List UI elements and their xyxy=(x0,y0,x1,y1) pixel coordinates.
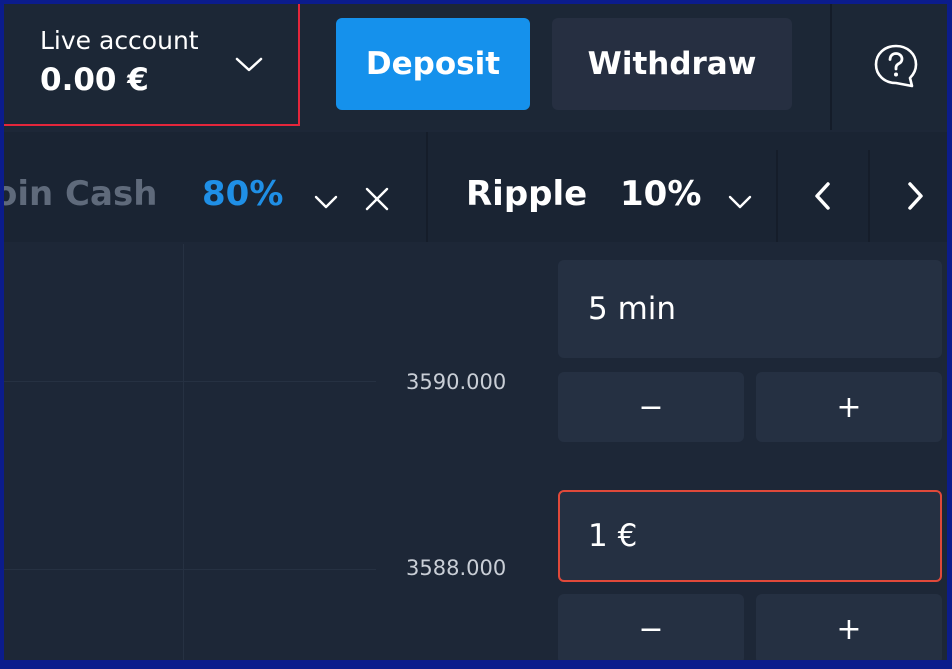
app-frame: Live account 0.00 € Deposit Withdraw oin… xyxy=(4,4,947,660)
close-icon[interactable] xyxy=(364,186,390,212)
help-icon[interactable] xyxy=(872,42,920,90)
chart-grid-line xyxy=(4,381,376,382)
amount-field[interactable]: 1 € xyxy=(558,490,942,582)
chevron-down-icon[interactable] xyxy=(728,194,752,210)
price-axis-label: 3588.000 xyxy=(406,556,507,580)
top-header: Live account 0.00 € Deposit Withdraw xyxy=(4,4,947,130)
tabs-prev-button[interactable] xyxy=(776,150,868,242)
chart-grid-line xyxy=(4,569,376,570)
asset-payout: 10% xyxy=(620,174,702,214)
chevron-down-icon xyxy=(235,57,263,72)
price-chart[interactable]: 3590.000 3588.000 xyxy=(4,244,549,660)
account-balance: 0.00 € xyxy=(40,62,149,98)
deposit-button[interactable]: Deposit xyxy=(336,18,530,110)
asset-tab-ripple[interactable]: Ripple 10% xyxy=(426,132,774,242)
duration-field[interactable]: 5 min xyxy=(558,260,942,358)
tabs-next-button[interactable] xyxy=(868,150,947,242)
asset-tabs-bar: oin Cash 80% Ripple 10% xyxy=(4,132,947,242)
asset-payout: 80% xyxy=(202,174,284,214)
price-axis-label: 3590.000 xyxy=(406,370,507,394)
asset-name: oin Cash xyxy=(4,174,158,214)
withdraw-button[interactable]: Withdraw xyxy=(552,18,792,110)
chevron-right-icon xyxy=(908,182,923,210)
chevron-left-icon xyxy=(815,182,830,210)
amount-decrease-button[interactable]: − xyxy=(558,594,744,660)
header-divider xyxy=(830,4,832,130)
chevron-down-icon[interactable] xyxy=(314,194,338,210)
duration-increase-button[interactable]: + xyxy=(756,372,942,442)
amount-increase-button[interactable]: + xyxy=(756,594,942,660)
account-selector[interactable]: Live account 0.00 € xyxy=(4,4,300,126)
asset-name: Ripple xyxy=(466,174,588,214)
account-type-label: Live account xyxy=(40,26,199,55)
chart-grid-line xyxy=(183,244,184,660)
asset-tab-bitcoin-cash[interactable]: oin Cash 80% xyxy=(4,132,424,242)
duration-decrease-button[interactable]: − xyxy=(558,372,744,442)
